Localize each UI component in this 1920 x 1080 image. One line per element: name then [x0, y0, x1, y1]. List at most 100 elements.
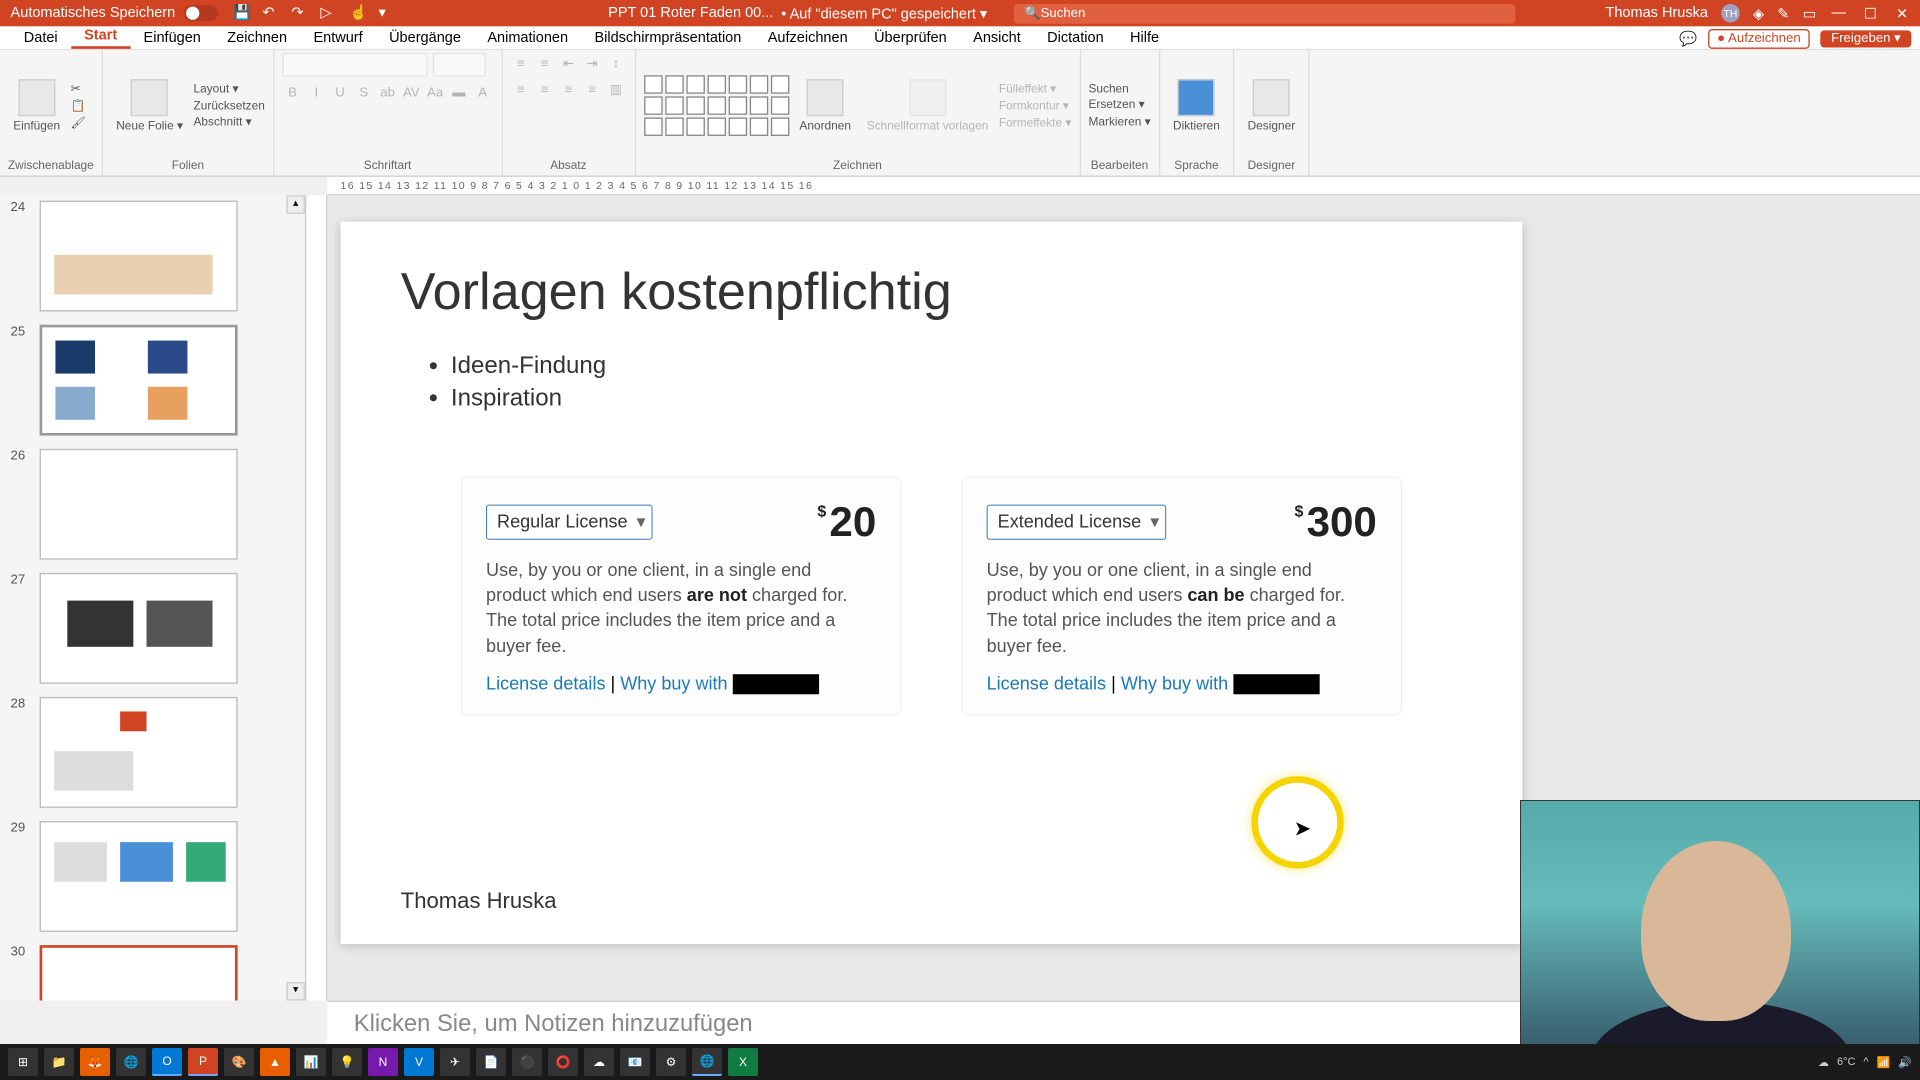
layout-button[interactable]: Layout ▾ — [194, 82, 265, 97]
italic-button[interactable]: I — [306, 82, 327, 103]
shapes-gallery[interactable] — [644, 75, 789, 136]
shadow-button[interactable]: ab — [377, 82, 398, 103]
license-select-extended[interactable]: Extended License — [987, 504, 1167, 539]
arrange-button[interactable]: Anordnen — [794, 77, 856, 135]
file-explorer-icon[interactable]: 📁 — [44, 1048, 74, 1076]
close-button[interactable]: ✕ — [1893, 4, 1911, 22]
font-family-select[interactable] — [282, 53, 427, 77]
effects-button[interactable]: Formeffekte ▾ — [999, 116, 1071, 131]
tab-uebergaenge[interactable]: Übergänge — [376, 28, 474, 49]
telegram-icon[interactable]: ✈ — [440, 1048, 470, 1076]
reset-button[interactable]: Zurücksetzen — [194, 99, 265, 112]
indent-increase-button[interactable]: ⇥ — [582, 53, 603, 74]
slide-thumbnails-panel[interactable]: ▴ 24 25 26 27 28 29 30 31 ▾ — [0, 195, 306, 1000]
tab-aufzeichnen[interactable]: Aufzeichnen — [755, 28, 861, 49]
autosave-toggle[interactable]: Automatisches Speichern — [11, 5, 218, 21]
thumbnail-24[interactable]: 24 — [11, 201, 295, 312]
justify-button[interactable]: ≡ — [582, 79, 603, 100]
spacing-button[interactable]: AV — [401, 82, 422, 103]
tab-datei[interactable]: Datei — [11, 28, 71, 49]
fill-button[interactable]: Fülleffekt ▾ — [999, 81, 1071, 96]
format-painter-icon[interactable]: 🖌 — [71, 116, 86, 131]
thumbnail-27[interactable]: 27 — [11, 573, 295, 684]
chrome-icon[interactable]: 🌐 — [116, 1048, 146, 1076]
thumbnail-30[interactable]: 30 — [11, 945, 295, 1000]
diamond-icon[interactable]: ◈ — [1753, 5, 1764, 22]
touch-mode-icon[interactable]: ☝ — [349, 4, 367, 22]
chevron-up-icon[interactable]: ^ — [1863, 1056, 1868, 1068]
weather-icon[interactable]: ☁ — [1818, 1056, 1829, 1069]
align-right-button[interactable]: ≡ — [558, 79, 579, 100]
copy-icon[interactable]: 📋 — [71, 98, 86, 113]
start-button[interactable]: ⊞ — [8, 1048, 38, 1076]
vlc-icon[interactable]: ▲ — [260, 1048, 290, 1076]
outlook-icon[interactable]: O — [152, 1048, 182, 1076]
comments-icon[interactable]: 💬 — [1679, 30, 1697, 47]
section-button[interactable]: Abschnitt ▾ — [194, 115, 265, 130]
app-icon[interactable]: 🎨 — [224, 1048, 254, 1076]
powerpoint-icon[interactable]: P — [188, 1048, 218, 1076]
dictate-button[interactable]: Diktieren — [1168, 77, 1225, 135]
why-buy-link[interactable]: Why buy with — [620, 673, 727, 693]
app-icon[interactable]: 📄 — [476, 1048, 506, 1076]
thumbnail-29[interactable]: 29 — [11, 821, 295, 932]
app-icon[interactable]: ⭕ — [548, 1048, 578, 1076]
tab-animationen[interactable]: Animationen — [474, 28, 581, 49]
toggle-switch-icon[interactable] — [183, 5, 217, 21]
tab-bildschirmpraesentation[interactable]: Bildschirmpräsentation — [581, 28, 754, 49]
align-center-button[interactable]: ≡ — [534, 79, 555, 100]
numbering-button[interactable]: ≡ — [534, 53, 555, 74]
paste-button[interactable]: Einfügen — [8, 77, 65, 135]
scroll-down-button[interactable]: ▾ — [286, 982, 304, 1000]
edge-icon[interactable]: 🌐 — [692, 1048, 722, 1076]
record-button[interactable]: ● Aufzeichnen — [1708, 29, 1810, 49]
cut-icon[interactable]: ✂ — [71, 81, 86, 96]
app-icon[interactable]: 📧 — [620, 1048, 650, 1076]
scroll-up-button[interactable]: ▴ — [286, 195, 304, 213]
tray-icon[interactable]: 🔊 — [1898, 1056, 1912, 1069]
font-size-select[interactable] — [432, 53, 485, 77]
line-spacing-button[interactable]: ↕ — [605, 53, 626, 74]
maximize-button[interactable]: ☐ — [1861, 4, 1879, 22]
user-avatar[interactable]: TH — [1721, 4, 1739, 22]
tab-ansicht[interactable]: Ansicht — [960, 28, 1034, 49]
tab-zeichnen[interactable]: Zeichnen — [214, 28, 300, 49]
undo-icon[interactable]: ↶ — [262, 4, 280, 22]
share-button[interactable]: Freigeben ▾ — [1821, 30, 1912, 47]
align-left-button[interactable]: ≡ — [510, 79, 531, 100]
designer-button[interactable]: Designer — [1242, 77, 1300, 135]
replace-button[interactable]: Ersetzen ▾ — [1088, 98, 1150, 113]
tab-ueberpruefen[interactable]: Überprüfen — [861, 28, 960, 49]
outline-button[interactable]: Formkontur ▾ — [999, 98, 1071, 113]
window-icon[interactable]: ▭ — [1803, 5, 1817, 22]
excel-icon[interactable]: X — [728, 1048, 758, 1076]
tab-einfuegen[interactable]: Einfügen — [130, 28, 214, 49]
search-input[interactable]: 🔍 Suchen — [1014, 3, 1516, 23]
obs-icon[interactable]: ⚫ — [512, 1048, 542, 1076]
save-icon[interactable]: 💾 — [233, 4, 251, 22]
highlight-button[interactable]: ▬ — [448, 82, 469, 103]
app-icon[interactable]: V — [404, 1048, 434, 1076]
thumbnail-25[interactable]: 25 — [11, 325, 295, 436]
firefox-icon[interactable]: 🦊 — [80, 1048, 110, 1076]
thumbnail-26[interactable]: 26 — [11, 449, 295, 560]
columns-button[interactable]: ▥ — [605, 79, 626, 100]
new-slide-button[interactable]: Neue Folie ▾ — [111, 76, 188, 135]
case-button[interactable]: Aa — [425, 82, 446, 103]
app-icon[interactable]: 💡 — [332, 1048, 362, 1076]
license-details-link[interactable]: License details — [486, 673, 605, 693]
onenote-icon[interactable]: N — [368, 1048, 398, 1076]
find-button[interactable]: Suchen — [1088, 82, 1150, 95]
app-icon[interactable]: 📊 — [296, 1048, 326, 1076]
bold-button[interactable]: B — [282, 82, 303, 103]
minimize-button[interactable]: — — [1830, 4, 1848, 22]
pen-icon[interactable]: ✎ — [1777, 5, 1789, 22]
underline-button[interactable]: U — [330, 82, 351, 103]
from-beginning-icon[interactable]: ▷ — [320, 4, 338, 22]
slide-bullets[interactable]: Ideen-Findung Inspiration — [341, 332, 1523, 436]
tab-hilfe[interactable]: Hilfe — [1117, 28, 1172, 49]
user-name-label[interactable]: Thomas Hruska — [1605, 5, 1707, 21]
tab-dictation[interactable]: Dictation — [1034, 28, 1117, 49]
license-details-link[interactable]: License details — [987, 673, 1106, 693]
select-button[interactable]: Markieren ▾ — [1088, 115, 1150, 130]
